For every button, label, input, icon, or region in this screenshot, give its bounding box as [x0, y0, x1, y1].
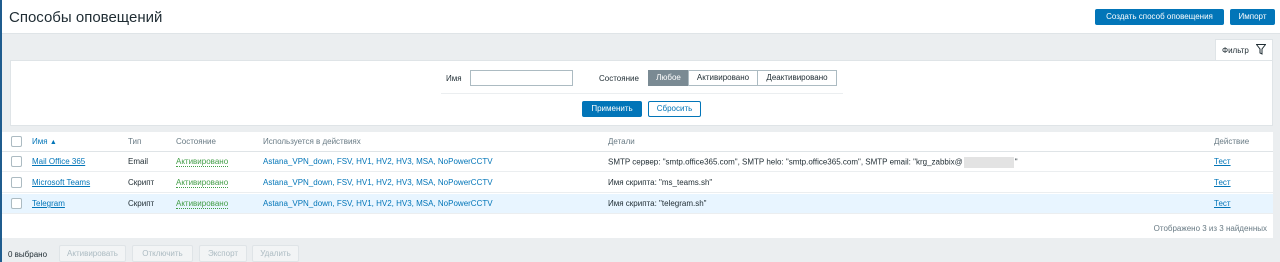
- row-checkbox[interactable]: [11, 198, 22, 209]
- create-media-type-button[interactable]: Создать способ оповещения: [1095, 9, 1224, 25]
- media-type-type: Email: [128, 157, 149, 166]
- table-row: Mail Office 365 Email Активировано Astan…: [2, 152, 1273, 172]
- redacted-block: [963, 157, 1014, 168]
- media-type-details: Имя скрипта: "telegram.sh": [608, 199, 707, 208]
- media-type-details: Имя скрипта: "ms_teams.sh": [608, 178, 713, 187]
- table-count-footer: Отображено 3 из 3 найденных: [1153, 224, 1267, 233]
- media-type-name-link[interactable]: Microsoft Teams: [32, 178, 90, 187]
- state-option-disabled[interactable]: Деактивировано: [757, 70, 837, 86]
- media-type-name-link[interactable]: Mail Office 365: [32, 157, 85, 166]
- bulk-export-button[interactable]: Экспорт: [199, 245, 247, 262]
- page-header: Способы оповещений Создать способ оповещ…: [2, 0, 1280, 34]
- column-header-details: Детали: [608, 137, 635, 146]
- test-link[interactable]: Тест: [1214, 178, 1231, 187]
- status-toggle[interactable]: Активировано: [176, 157, 229, 167]
- media-type-type: Скрипт: [128, 178, 155, 187]
- column-header-action: Действие: [1214, 137, 1250, 146]
- table-row: Microsoft Teams Скрипт Активировано Asta…: [2, 173, 1273, 193]
- column-header-status[interactable]: Состояние: [176, 137, 216, 146]
- used-in-actions-links[interactable]: Astana_VPN_down, FSV, HV1, HV2, HV3, MSA…: [263, 199, 493, 208]
- column-header-used-in-actions: Используется в действиях: [263, 137, 361, 146]
- bulk-delete-button[interactable]: Удалить: [252, 245, 299, 262]
- page-title: Способы оповещений: [9, 9, 163, 26]
- media-type-type: Скрипт: [128, 199, 155, 208]
- row-checkbox[interactable]: [11, 177, 22, 188]
- state-option-any[interactable]: Любое: [648, 70, 689, 86]
- apply-button[interactable]: Применить: [582, 101, 642, 117]
- status-toggle[interactable]: Активировано: [176, 199, 229, 209]
- filter-icon: [1255, 44, 1267, 57]
- filter-divider: [441, 93, 843, 94]
- test-link[interactable]: Тест: [1214, 157, 1231, 166]
- column-header-type[interactable]: Тип: [128, 137, 141, 146]
- select-all-checkbox[interactable]: [11, 136, 22, 147]
- import-button[interactable]: Импорт: [1230, 9, 1275, 25]
- media-type-details: SMTP сервер: "smtp.office365.com", SMTP …: [608, 157, 1018, 168]
- used-in-actions-links[interactable]: Astana_VPN_down, FSV, HV1, HV2, HV3, MSA…: [263, 178, 493, 187]
- status-toggle[interactable]: Активировано: [176, 178, 229, 188]
- media-types-table: Имя ▲ Тип Состояние Используется в дейст…: [2, 132, 1273, 238]
- sort-up-icon: ▲: [49, 139, 57, 146]
- filter-panel: Имя Состояние Любое Активировано Деактив…: [10, 60, 1273, 126]
- bulk-disable-button[interactable]: Отключить: [132, 245, 193, 262]
- reset-button[interactable]: Сбросить: [648, 101, 701, 117]
- details-text: SMTP сервер: "smtp.office365.com", SMTP …: [608, 157, 963, 167]
- row-checkbox[interactable]: [11, 156, 22, 167]
- table-row: Telegram Скрипт Активировано Astana_VPN_…: [2, 194, 1273, 214]
- state-option-enabled[interactable]: Активировано: [688, 70, 758, 86]
- media-type-name-link[interactable]: Telegram: [32, 199, 65, 208]
- column-header-name-label: Имя: [32, 137, 48, 146]
- state-filter-label: Состояние: [599, 74, 639, 83]
- column-header-name[interactable]: Имя ▲: [32, 137, 57, 146]
- filter-tab-label: Фильтр: [1222, 46, 1249, 55]
- table-header-row: Имя ▲ Тип Состояние Используется в дейст…: [2, 132, 1273, 152]
- name-filter-input[interactable]: [470, 70, 573, 86]
- filter-tab[interactable]: Фильтр: [1215, 39, 1273, 60]
- bulk-activate-button[interactable]: Активировать: [59, 245, 126, 262]
- selected-count: 0 выбрано: [8, 250, 48, 259]
- used-in-actions-links[interactable]: Astana_VPN_down, FSV, HV1, HV2, HV3, MSA…: [263, 157, 493, 166]
- test-link[interactable]: Тест: [1214, 199, 1231, 208]
- details-text-end: ": [1014, 157, 1018, 167]
- name-filter-label: Имя: [446, 74, 462, 83]
